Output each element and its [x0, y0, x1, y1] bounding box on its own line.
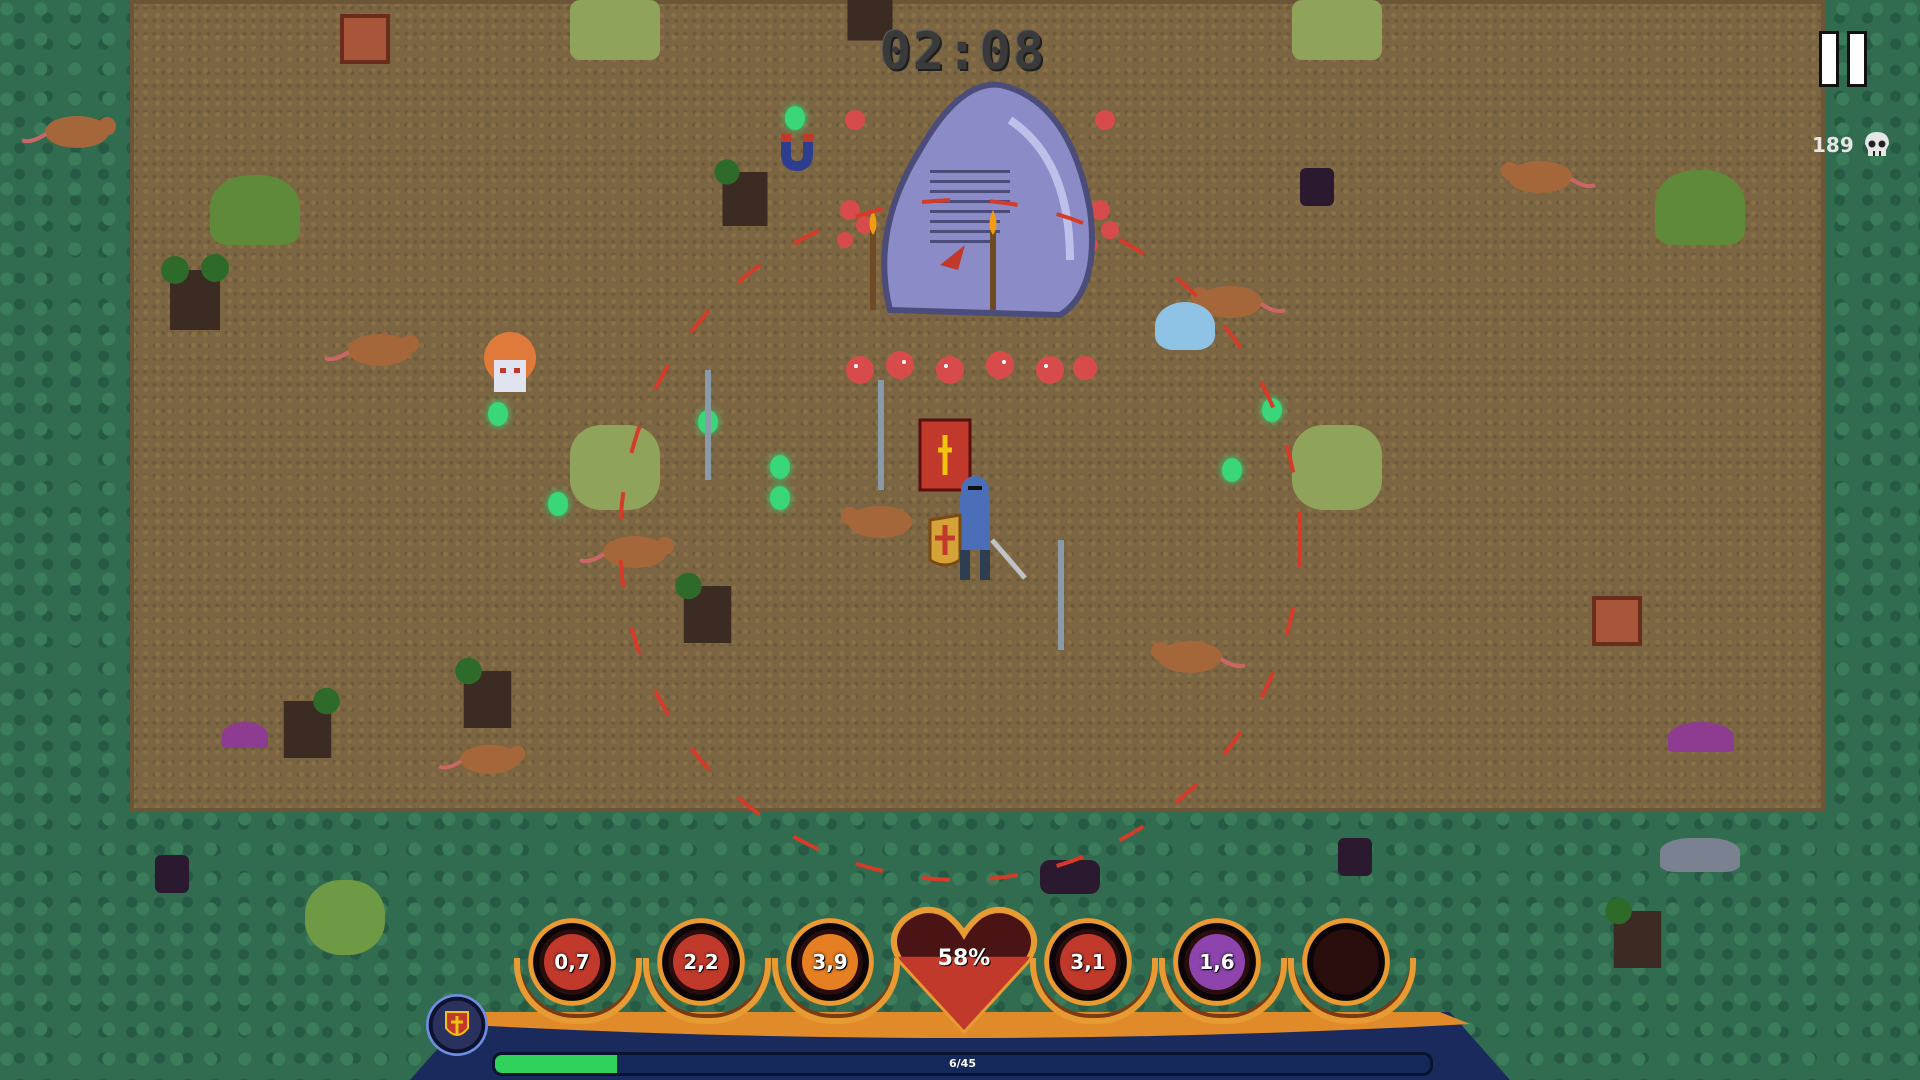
- slot-cooldown: 0,7: [554, 950, 590, 974]
- treant-enemy: [455, 657, 512, 728]
- ability-slot-3[interactable]: 3,9: [786, 918, 874, 1006]
- slot-cooldown: 3,9: [812, 950, 848, 974]
- ability-slot-6-empty[interactable]: [1302, 918, 1390, 1006]
- xp-gem: [488, 402, 508, 426]
- pause-icon: [1822, 34, 1836, 84]
- slot-cooldown: 3,1: [1070, 950, 1106, 974]
- skull-icon: [1864, 132, 1889, 156]
- empty-slot-icon: [1318, 934, 1374, 990]
- wooden-crate[interactable]: [340, 14, 390, 64]
- treant-enemy: [283, 687, 340, 758]
- slot-cooldown: 2,2: [683, 950, 719, 974]
- ability-slot-1[interactable]: 0,7: [528, 918, 616, 1006]
- bush: [305, 880, 385, 955]
- kill-count: 189: [1812, 133, 1854, 157]
- bush: [570, 0, 660, 60]
- rock: [1660, 838, 1740, 872]
- bush: [210, 175, 300, 245]
- pause-button[interactable]: [1818, 34, 1868, 84]
- flower-creature: [1338, 838, 1372, 876]
- slot-cooldown: 1,6: [1199, 950, 1235, 974]
- knight-shield-icon: [445, 1011, 469, 1036]
- bush: [1292, 0, 1382, 60]
- xp-bar: 6/45: [492, 1052, 1433, 1076]
- purple-mushroom: [222, 722, 268, 748]
- treant-enemy: [1605, 897, 1662, 968]
- purple-mushroom: [1668, 722, 1734, 752]
- survival-timer: 02:08: [879, 22, 1047, 82]
- aura-ring: [618, 198, 1302, 882]
- xp-gem: [548, 492, 568, 516]
- treant-enemy: [161, 254, 229, 330]
- wooden-crate[interactable]: [1592, 596, 1642, 646]
- character-portrait[interactable]: [426, 994, 488, 1056]
- xp-gem: [785, 106, 805, 130]
- rat-enemy: [22, 116, 116, 148]
- bush: [1655, 170, 1745, 245]
- xp-label: 6/45: [949, 1057, 976, 1070]
- ability-slot-5[interactable]: 1,6: [1173, 918, 1261, 1006]
- rat-enemy: [1501, 161, 1596, 193]
- magnet-pickup-icon: [781, 134, 813, 172]
- kill-counter: 189: [1812, 130, 1892, 160]
- ability-slot-4[interactable]: 3,1: [1044, 918, 1132, 1006]
- rat-enemy: [324, 334, 419, 366]
- ghost-enemy: [484, 332, 536, 392]
- ability-slot-2[interactable]: 2,2: [657, 918, 745, 1006]
- health-percent: 58%: [937, 946, 991, 971]
- flower-creature: [155, 855, 189, 893]
